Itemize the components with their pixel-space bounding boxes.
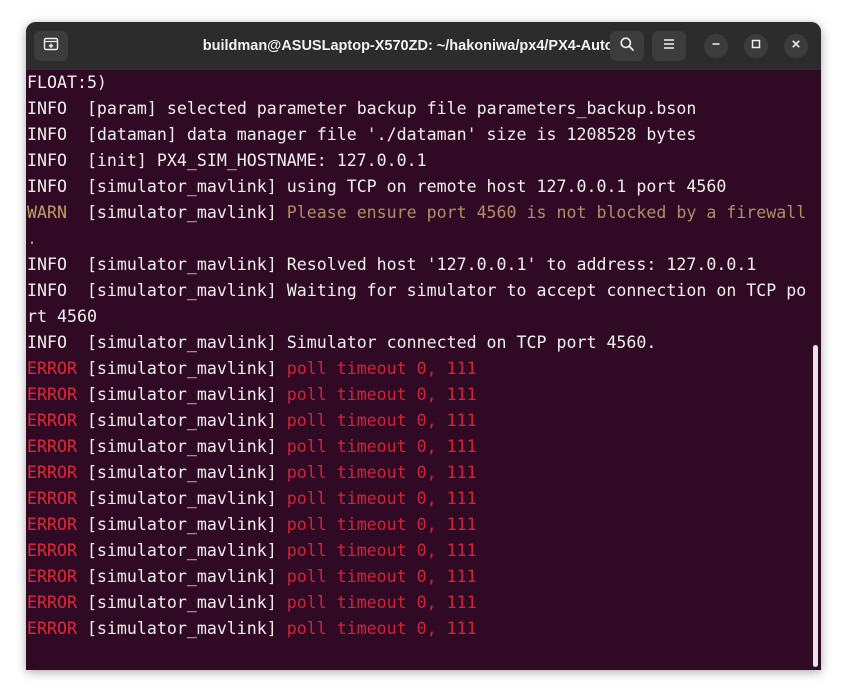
log-message: Resolved host '127.0.0.1' to address: 12… bbox=[276, 255, 757, 274]
log-message: data manager file './dataman' size is 12… bbox=[176, 125, 697, 144]
terminal-line: INFO [init] PX4_SIM_HOSTNAME: 127.0.0.1 bbox=[27, 148, 821, 174]
log-message: Waiting for simulator to accept connecti… bbox=[276, 281, 807, 300]
log-level: ERROR bbox=[27, 437, 77, 456]
log-level: INFO bbox=[27, 255, 77, 274]
log-level: INFO bbox=[27, 99, 77, 118]
log-module: [simulator_mavlink] bbox=[76, 359, 277, 378]
log-message: using TCP on remote host 127.0.0.1 port … bbox=[276, 177, 727, 196]
log-message: poll timeout 0, 111 bbox=[276, 359, 477, 378]
log-message: poll timeout 0, 111 bbox=[276, 411, 477, 430]
terminal-line: . bbox=[27, 226, 821, 252]
log-message: poll timeout 0, 111 bbox=[276, 385, 477, 404]
terminal-line: INFO [simulator_mavlink] Simulator conne… bbox=[27, 330, 821, 356]
search-icon bbox=[619, 36, 635, 57]
log-message: poll timeout 0, 111 bbox=[276, 567, 477, 586]
log-message: poll timeout 0, 111 bbox=[276, 541, 477, 560]
maximize-icon bbox=[750, 37, 762, 55]
log-module: [simulator_mavlink] bbox=[76, 411, 277, 430]
new-tab-button[interactable] bbox=[34, 31, 68, 61]
log-level: ERROR bbox=[27, 385, 77, 404]
hamburger-menu-icon bbox=[661, 36, 677, 57]
close-button[interactable] bbox=[784, 34, 808, 58]
log-level: INFO bbox=[27, 125, 77, 144]
log-module: [simulator_mavlink] bbox=[76, 515, 277, 534]
log-module: [simulator_mavlink] bbox=[76, 437, 277, 456]
minimize-button[interactable] bbox=[704, 34, 728, 58]
log-module: [simulator_mavlink] bbox=[76, 541, 277, 560]
terminal-line: FLOAT:5) bbox=[27, 70, 821, 96]
log-level: INFO bbox=[27, 151, 77, 170]
log-message: poll timeout 0, 111 bbox=[276, 489, 477, 508]
log-message: PX4_SIM_HOSTNAME: 127.0.0.1 bbox=[146, 151, 427, 170]
log-module: [param] bbox=[76, 99, 157, 118]
log-level: INFO bbox=[27, 281, 77, 300]
log-message: poll timeout 0, 111 bbox=[276, 515, 477, 534]
log-module: [simulator_mavlink] bbox=[76, 489, 277, 508]
log-message: selected parameter backup file parameter… bbox=[156, 99, 697, 118]
new-tab-icon bbox=[43, 36, 59, 57]
terminal-line: ERROR [simulator_mavlink] poll timeout 0… bbox=[27, 564, 821, 590]
terminal-output[interactable]: FLOAT:5) INFO [param] selected parameter … bbox=[26, 70, 821, 670]
log-level: ERROR bbox=[27, 463, 77, 482]
terminal-line: ERROR [simulator_mavlink] poll timeout 0… bbox=[27, 590, 821, 616]
log-level: ERROR bbox=[27, 515, 77, 534]
terminal-line: ERROR [simulator_mavlink] poll timeout 0… bbox=[27, 408, 821, 434]
menu-button[interactable] bbox=[652, 31, 686, 61]
terminal-line: ERROR [simulator_mavlink] poll timeout 0… bbox=[27, 434, 821, 460]
search-button[interactable] bbox=[610, 31, 644, 61]
log-continuation: . bbox=[27, 229, 37, 248]
log-level: ERROR bbox=[27, 593, 77, 612]
window-title: buildman@ASUSLaptop-X570ZD: ~/hakoniwa/p… bbox=[202, 38, 645, 54]
log-level: ERROR bbox=[27, 619, 77, 638]
terminal-line: INFO [dataman] data manager file './data… bbox=[27, 122, 821, 148]
terminal-line: ERROR [simulator_mavlink] poll timeout 0… bbox=[27, 512, 821, 538]
log-module: [simulator_mavlink] bbox=[76, 255, 277, 274]
log-module: [simulator_mavlink] bbox=[76, 619, 277, 638]
log-module: [init] bbox=[76, 151, 147, 170]
log-module: [simulator_mavlink] bbox=[76, 463, 277, 482]
terminal-line: ERROR [simulator_mavlink] poll timeout 0… bbox=[27, 486, 821, 512]
log-module: [simulator_mavlink] bbox=[76, 177, 277, 196]
terminal-line: WARN [simulator_mavlink] Please ensure p… bbox=[27, 200, 821, 226]
log-level: INFO bbox=[27, 177, 77, 196]
log-level: WARN bbox=[27, 203, 77, 222]
terminal-line: INFO [simulator_mavlink] Resolved host '… bbox=[27, 252, 821, 278]
log-module: [simulator_mavlink] bbox=[76, 593, 277, 612]
close-icon bbox=[790, 37, 802, 55]
terminal-line: INFO [param] selected parameter backup f… bbox=[27, 96, 821, 122]
terminal-line: INFO [simulator_mavlink] using TCP on re… bbox=[27, 174, 821, 200]
log-level: ERROR bbox=[27, 359, 77, 378]
terminal-line: ERROR [simulator_mavlink] poll timeout 0… bbox=[27, 616, 821, 642]
log-level: ERROR bbox=[27, 567, 77, 586]
maximize-button[interactable] bbox=[744, 34, 768, 58]
log-message: poll timeout 0, 111 bbox=[276, 593, 477, 612]
log-message: poll timeout 0, 111 bbox=[276, 437, 477, 456]
terminal-line: rt 4560 bbox=[27, 304, 821, 330]
terminal-line: ERROR [simulator_mavlink] poll timeout 0… bbox=[27, 382, 821, 408]
log-message: Simulator connected on TCP port 4560. bbox=[276, 333, 657, 352]
log-module: [dataman] bbox=[76, 125, 177, 144]
title-bar[interactable]: buildman@ASUSLaptop-X570ZD: ~/hakoniwa/p… bbox=[26, 22, 821, 70]
terminal-line: ERROR [simulator_mavlink] poll timeout 0… bbox=[27, 460, 821, 486]
log-level: INFO bbox=[27, 333, 77, 352]
log-message: poll timeout 0, 111 bbox=[276, 463, 477, 482]
terminal-line: INFO [simulator_mavlink] Waiting for sim… bbox=[27, 278, 821, 304]
terminal-scrollbar[interactable] bbox=[813, 345, 818, 667]
log-message: Please ensure port 4560 is not blocked b… bbox=[276, 203, 807, 222]
log-level: ERROR bbox=[27, 489, 77, 508]
log-continuation: FLOAT:5) bbox=[27, 73, 107, 92]
log-module: [simulator_mavlink] bbox=[76, 203, 277, 222]
log-level: ERROR bbox=[27, 541, 77, 560]
log-module: [simulator_mavlink] bbox=[76, 567, 277, 586]
log-module: [simulator_mavlink] bbox=[76, 281, 277, 300]
terminal-line: ERROR [simulator_mavlink] poll timeout 0… bbox=[27, 538, 821, 564]
log-continuation: rt 4560 bbox=[27, 307, 97, 326]
minimize-icon bbox=[710, 37, 722, 55]
log-message: poll timeout 0, 111 bbox=[276, 619, 477, 638]
terminal-line: ERROR [simulator_mavlink] poll timeout 0… bbox=[27, 356, 821, 382]
terminal-window: buildman@ASUSLaptop-X570ZD: ~/hakoniwa/p… bbox=[26, 22, 821, 670]
log-module: [simulator_mavlink] bbox=[76, 333, 277, 352]
log-module: [simulator_mavlink] bbox=[76, 385, 277, 404]
log-level: ERROR bbox=[27, 411, 77, 430]
